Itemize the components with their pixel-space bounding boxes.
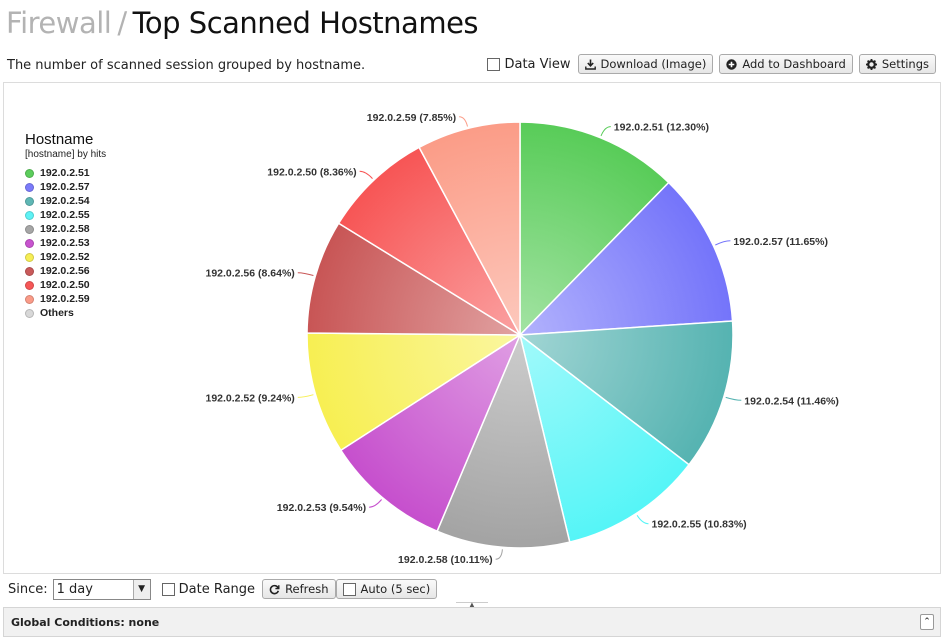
slice-label: 192.0.2.54 (11.46%) — [744, 395, 839, 407]
refresh-label: Refresh — [285, 582, 329, 596]
legend-swatch — [25, 238, 34, 248]
legend-item[interactable]: 192.0.2.56 — [25, 264, 106, 278]
legend-item[interactable]: 192.0.2.50 — [25, 278, 106, 292]
legend-label: 192.0.2.55 — [40, 209, 90, 221]
since-select[interactable]: 1 day ▼ — [52, 578, 151, 600]
legend-swatch — [25, 280, 34, 290]
label-connector — [600, 126, 611, 137]
label-connector — [359, 170, 373, 179]
legend-item[interactable]: Others — [25, 306, 106, 320]
global-conditions-text: Global Conditions: none — [11, 616, 160, 629]
pie-slices — [306, 121, 734, 549]
slice-label: 192.0.2.51 (12.30%) — [614, 122, 709, 134]
legend-label: 192.0.2.52 — [40, 251, 90, 263]
legend-swatch — [25, 308, 34, 318]
since-value: 1 day — [56, 581, 93, 597]
legend-label: 192.0.2.50 — [40, 279, 90, 291]
legend-subtitle: [hostname] by hits — [25, 149, 107, 160]
label-connector — [459, 116, 468, 127]
legend-swatch — [25, 224, 34, 234]
slice-label: 192.0.2.57 (11.65%) — [733, 236, 828, 248]
legend-swatch — [25, 168, 34, 178]
legend-swatch — [25, 252, 34, 262]
since-label: Since: — [8, 581, 48, 597]
slice-label: 192.0.2.52 (9.24%) — [205, 392, 294, 404]
legend-swatch — [25, 182, 34, 192]
legend-item[interactable]: 192.0.2.54 — [25, 194, 106, 208]
date-range-label: Date Range — [178, 581, 256, 597]
refresh-button[interactable]: Refresh — [262, 579, 336, 599]
label-connector — [715, 240, 731, 246]
slice-label: 192.0.2.53 (9.54%) — [277, 502, 366, 514]
label-connector — [297, 394, 314, 398]
auto-refresh-label: Auto (5 sec) — [360, 582, 431, 596]
expand-icon[interactable]: ⌃ — [920, 614, 934, 630]
legend-label: 192.0.2.57 — [40, 181, 90, 193]
legend-label: 192.0.2.59 — [40, 293, 90, 305]
legend-item[interactable]: 192.0.2.58 — [25, 222, 106, 236]
label-connector — [495, 549, 503, 560]
time-controls: Since: 1 day ▼ Date Range Refresh Auto (… — [0, 575, 944, 603]
label-connector — [725, 396, 742, 401]
legend-label: 192.0.2.53 — [40, 237, 90, 249]
auto-refresh-checkbox[interactable] — [342, 582, 356, 596]
legend-label: 192.0.2.54 — [40, 195, 90, 207]
legend-item[interactable]: 192.0.2.57 — [25, 180, 106, 194]
legend-swatch — [25, 196, 34, 206]
legend-label: 192.0.2.58 — [40, 223, 90, 235]
legend-label: 192.0.2.56 — [40, 265, 90, 277]
legend-item[interactable]: 192.0.2.52 — [25, 250, 106, 264]
legend-item[interactable]: 192.0.2.53 — [25, 236, 106, 250]
legend-item[interactable]: 192.0.2.59 — [25, 292, 106, 306]
legend-item[interactable]: 192.0.2.51 — [25, 166, 106, 180]
pie-chart: 192.0.2.51 (12.30%) 192.0.2.57 (11.65%) 19… — [205, 112, 839, 566]
legend-item[interactable]: 192.0.2.55 — [25, 208, 106, 222]
refresh-icon — [269, 584, 280, 595]
legend-swatch — [25, 266, 34, 276]
label-connector — [297, 272, 314, 276]
slice-label: 192.0.2.58 (10.11%) — [398, 554, 493, 566]
date-range-checkbox[interactable] — [161, 582, 175, 596]
legend-swatch — [25, 294, 34, 304]
legend-items: 192.0.2.51 192.0.2.57 192.0.2.54 192.0.2.55… — [25, 166, 106, 320]
slice-label: 192.0.2.56 (8.64%) — [205, 268, 294, 280]
global-conditions-bar[interactable]: Global Conditions: none ⌃ — [3, 607, 941, 637]
slice-label: 192.0.2.50 (8.36%) — [267, 166, 356, 178]
slice-label: 192.0.2.59 (7.85%) — [367, 112, 456, 124]
auto-refresh-button[interactable]: Auto (5 sec) — [335, 579, 438, 599]
legend-swatch — [25, 210, 34, 220]
date-range-toggle[interactable]: Date Range — [161, 581, 256, 597]
legend-label: 192.0.2.51 — [40, 167, 90, 179]
chevron-down-icon: ▼ — [132, 579, 150, 599]
label-connector — [636, 515, 649, 525]
chart-legend: Hostname [hostname] by hits 192.0.2.51 19… — [25, 131, 106, 320]
slice-label: 192.0.2.55 (10.83%) — [652, 519, 747, 531]
legend-title: Hostname — [25, 131, 94, 148]
legend-label: Others — [40, 307, 74, 319]
label-connector — [369, 499, 382, 508]
